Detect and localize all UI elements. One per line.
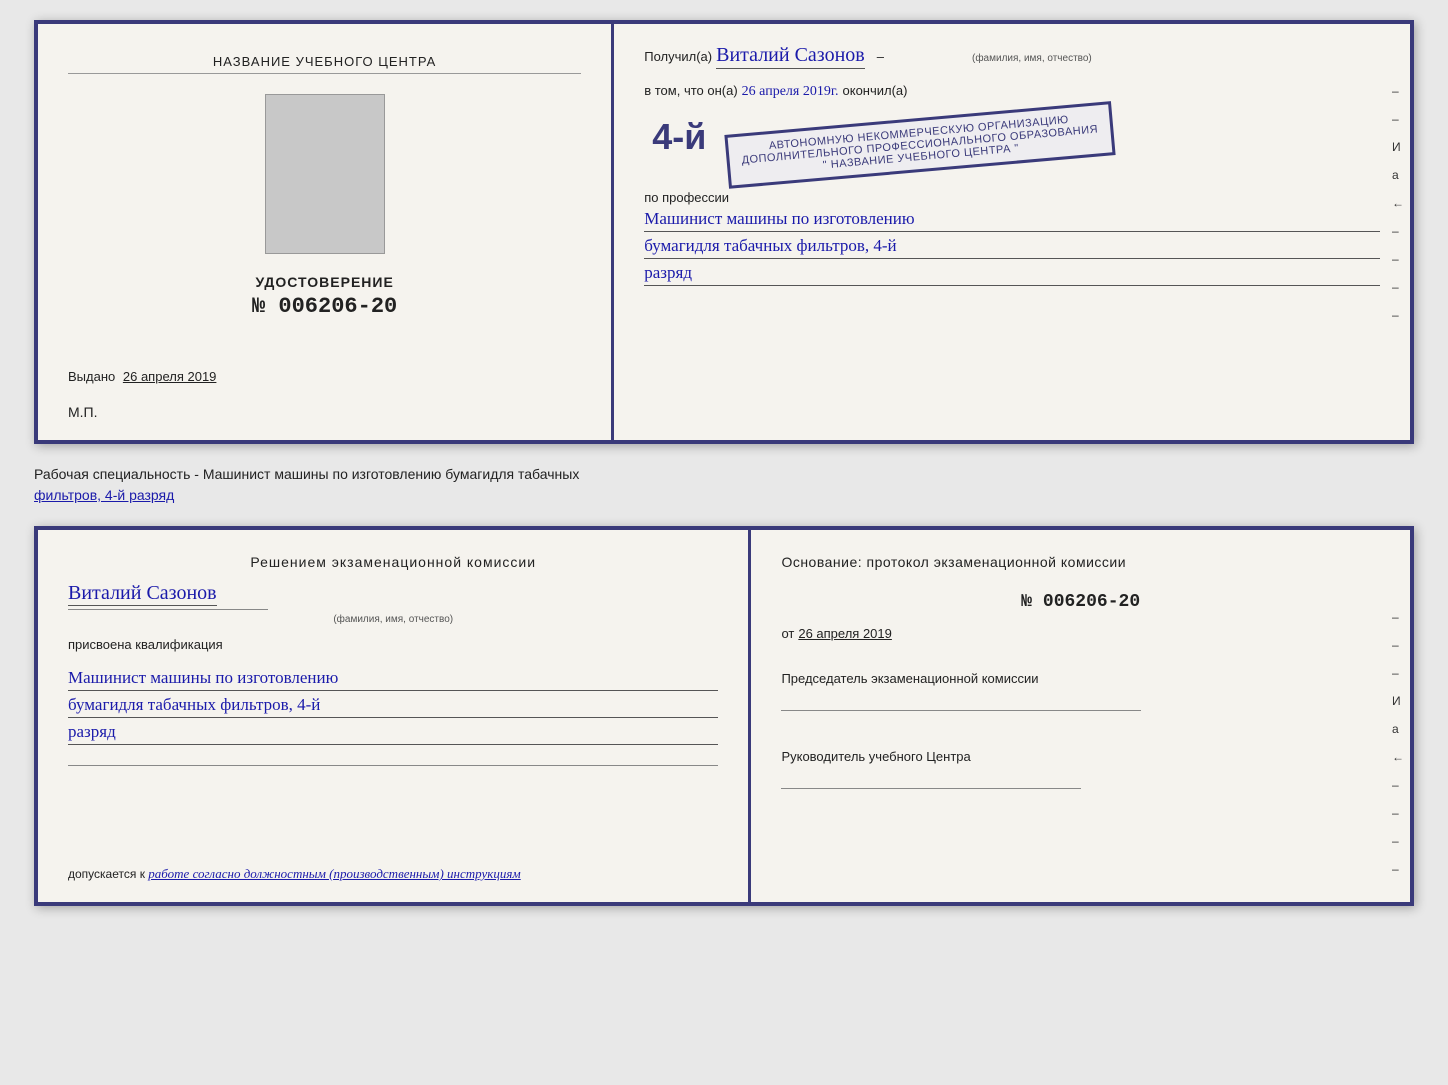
rukovoditel-block: Руководитель учебного Центра: [781, 749, 1380, 793]
mp-label: М.П.: [68, 404, 98, 420]
osnovanie-label: Основание: протокол экзаменационной коми…: [781, 554, 1380, 570]
dopuskaetsya-block: допускается к работе согласно должностны…: [68, 866, 718, 882]
predsedatel-label: Председатель экзаменационной комиссии: [781, 671, 1380, 686]
photo-placeholder: [265, 94, 385, 254]
specialty-text1: Рабочая специальность - Машинист машины …: [34, 466, 579, 482]
document-container: НАЗВАНИЕ УЧЕБНОГО ЦЕНТРА УДОСТОВЕРЕНИЕ №…: [34, 20, 1414, 906]
poluchil-row: Получил(а) Виталий Сазонов – (фамилия, и…: [644, 44, 1380, 69]
side-marks: – – И а ← – – – –: [1392, 84, 1404, 322]
diploma-left-page: НАЗВАНИЕ УЧЕБНОГО ЦЕНТРА УДОСТОВЕРЕНИЕ №…: [38, 24, 614, 440]
qual-line3: разряд: [68, 722, 718, 745]
diploma-right-page: Получил(а) Виталий Сазонов – (фамилия, и…: [614, 24, 1410, 440]
po-professii-label: по профессии: [644, 190, 1380, 205]
okonchil-label: окончил(а): [843, 83, 908, 98]
komissia-title: Решением экзаменационной комиссии: [68, 554, 718, 570]
ot-row: от 26 апреля 2019: [781, 626, 1380, 641]
ot-label: от: [781, 626, 794, 641]
stamp-number: 4-й: [644, 114, 714, 160]
stamp-area: 4-й АВТОНОМНУЮ НЕКОММЕРЧЕСКУЮ ОРГАНИЗАЦИ…: [644, 114, 1380, 176]
udost-number: № 006206-20: [252, 294, 397, 319]
recipient-name: Виталий Сазонов: [716, 44, 865, 69]
diploma-book: НАЗВАНИЕ УЧЕБНОГО ЦЕНТРА УДОСТОВЕРЕНИЕ №…: [34, 20, 1414, 444]
profession-line2: бумагидля табачных фильтров, 4-й: [644, 236, 1380, 259]
bottom-left-page: Решением экзаменационной комиссии Витали…: [38, 530, 751, 902]
dopuskaetsya-label: допускается к: [68, 867, 145, 881]
vtom-row: в том, что он(а) 26 апреля 2019г. окончи…: [644, 83, 1380, 100]
specialty-label: Рабочая специальность - Машинист машины …: [34, 460, 1414, 510]
bottom-side-marks: – – – И а ← – – – –: [1392, 610, 1404, 876]
bottom-qualification-block: Машинист машины по изготовлению бумагидл…: [68, 664, 718, 745]
bottom-fio-block: Виталий Сазонов (фамилия, имя, отчество): [68, 582, 718, 625]
predsedatel-block: Председатель экзаменационной комиссии: [781, 671, 1380, 715]
dopuskaetsya-value: работе согласно должностным (производств…: [148, 866, 520, 881]
bottom-fio-subtext: (фамилия, имя, отчество): [68, 614, 718, 625]
vydano-label: Выдано: [68, 369, 115, 384]
udost-title: УДОСТОВЕРЕНИЕ: [252, 274, 397, 290]
rukovoditel-label: Руководитель учебного Центра: [781, 749, 1380, 764]
protokol-num-value: № 006206-20: [1021, 592, 1140, 612]
bottom-fio-name: Виталий Сазонов: [68, 582, 217, 606]
profession-line1: Машинист машины по изготовлению: [644, 209, 1380, 232]
bottom-book: Решением экзаменационной комиссии Витали…: [34, 526, 1414, 906]
center-title: НАЗВАНИЕ УЧЕБНОГО ЦЕНТРА: [68, 54, 581, 74]
profession-block: по профессии Машинист машины по изготовл…: [644, 190, 1380, 286]
qual-line1: Машинист машины по изготовлению: [68, 668, 718, 691]
bottom-right-page: Основание: протокол экзаменационной коми…: [751, 530, 1410, 902]
profession-line3: разряд: [644, 263, 1380, 286]
vtom-label: в том, что он(а): [644, 83, 737, 98]
fio-subtext: (фамилия, имя, отчество): [972, 53, 1092, 64]
poluchil-label: Получил(а): [644, 49, 712, 64]
prisvoena-label: присвоена квалификация: [68, 637, 718, 652]
protokol-number: № 006206-20: [781, 592, 1380, 612]
vydano-line: Выдано 26 апреля 2019: [68, 369, 581, 384]
vydano-date: 26 апреля 2019: [123, 369, 217, 384]
ot-date: 26 апреля 2019: [798, 626, 892, 641]
specialty-text2: фильтров, 4-й разряд: [34, 487, 174, 503]
udostoverenie-block: УДОСТОВЕРЕНИЕ № 006206-20: [252, 274, 397, 319]
vtom-date: 26 апреля 2019г.: [742, 84, 839, 100]
qual-line2: бумагидля табачных фильтров, 4-й: [68, 695, 718, 718]
stamp-block: АВТОНОМНУЮ НЕКОММЕРЧЕСКУЮ ОРГАНИЗАЦИЮ ДО…: [725, 101, 1116, 189]
